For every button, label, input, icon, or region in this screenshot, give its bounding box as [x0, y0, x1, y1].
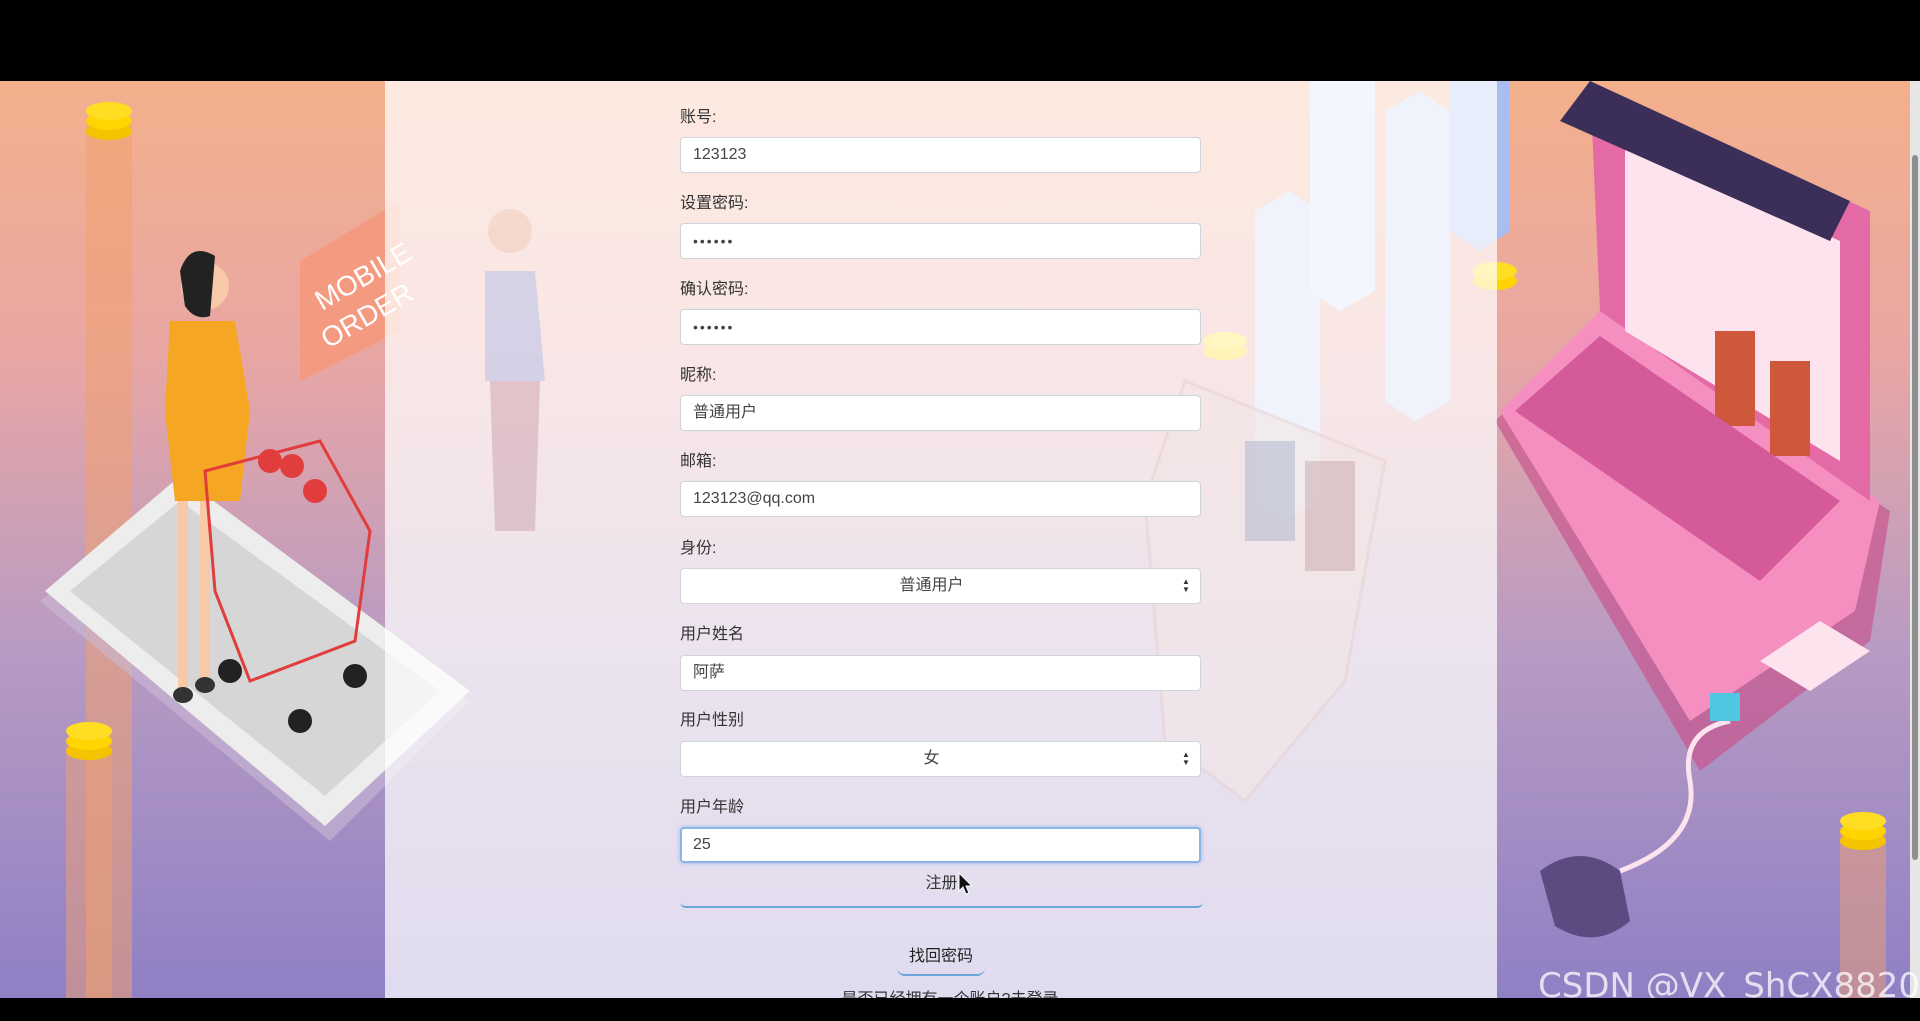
gender-select[interactable]: 女 ▲ ▼ — [680, 741, 1201, 777]
email-label: 邮箱: — [680, 453, 717, 470]
password-label: 设置密码: — [680, 195, 749, 212]
register-button[interactable]: 注册 — [680, 866, 1203, 908]
identity-label: 身份: — [680, 540, 717, 557]
real-name-input[interactable]: 阿萨 — [680, 655, 1201, 691]
account-label: 账号: — [680, 109, 717, 126]
identity-select-value: 普通用户 — [899, 577, 964, 594]
nickname-input[interactable]: 普通用户 — [680, 395, 1201, 431]
gender-select-value: 女 — [923, 750, 940, 767]
scrollbar-thumb[interactable] — [1912, 155, 1918, 860]
age-label: 用户年龄 — [680, 799, 745, 816]
confirm-password-label: 确认密码: — [680, 281, 749, 298]
password-input[interactable]: •••••• — [680, 223, 1201, 259]
gender-label: 用户性别 — [680, 712, 745, 729]
nickname-label: 昵称: — [680, 367, 717, 384]
forgot-password-link[interactable]: 找回密码 — [897, 944, 985, 976]
top-black-bar — [0, 0, 1920, 81]
confirm-password-input[interactable]: •••••• — [680, 309, 1201, 345]
mouse-illustration — [1540, 693, 1740, 938]
identity-select[interactable]: 普通用户 ▲ ▼ — [680, 568, 1201, 604]
laptop-shop-illustration — [1495, 81, 1890, 771]
email-input[interactable]: 123123@qq.com — [680, 481, 1201, 517]
background-scene: MOBILE ORDER 账号: 123123 设置密码: •••••• 确认密… — [0, 81, 1920, 998]
real-name-label: 用户姓名 — [680, 626, 745, 643]
select-arrows-icon: ▲ ▼ — [1182, 750, 1190, 767]
select-arrows-icon: ▲ ▼ — [1182, 577, 1190, 594]
login-hint-link[interactable]: 是否已经拥有一个账户?去登录 — [830, 990, 1070, 998]
age-input[interactable]: 25 — [680, 827, 1201, 863]
left-pillar-lower-decoration — [66, 741, 112, 998]
account-input[interactable]: 123123 — [680, 137, 1201, 173]
mouse-pointer-icon — [958, 872, 974, 895]
bottom-black-bar — [0, 998, 1920, 1021]
